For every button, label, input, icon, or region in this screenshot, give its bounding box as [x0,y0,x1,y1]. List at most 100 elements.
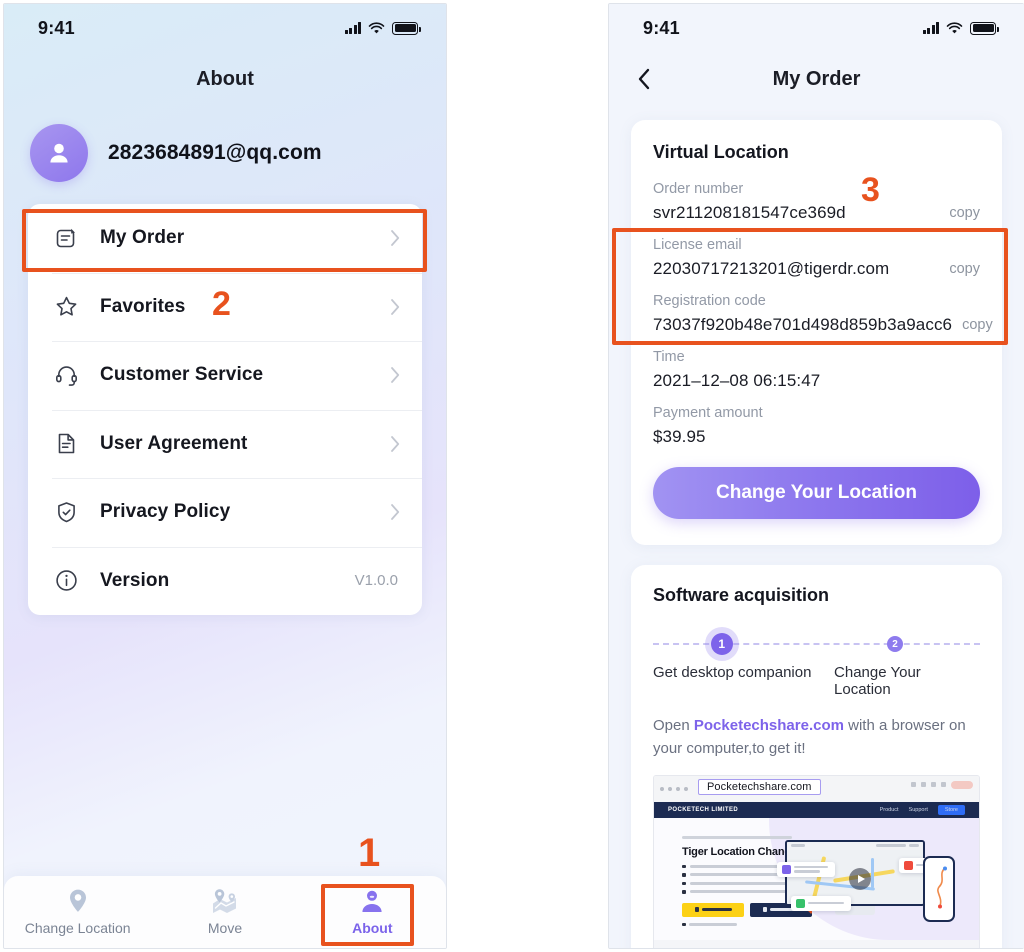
field-payment-amount: Payment amount $39.95 [653,405,980,447]
hero-kicker-text [682,835,792,839]
feature-chip-left [777,861,835,877]
right-phone-frame: 9:41 My Order Virtual Location Order num… [608,3,1024,949]
route-move-icon [210,888,240,914]
status-icons [344,21,421,35]
chevron-right-icon [391,504,400,521]
sidebar-item-my-order[interactable]: My Order [28,204,422,273]
annotation-number-2: 2 [212,285,231,323]
sidebar-item-label: User Agreement [100,432,248,454]
map-pin-icon [67,888,89,914]
tab-label: About [352,920,393,936]
status-time: 9:41 [38,17,75,38]
sidebar-item-customer-service[interactable]: Customer Service [28,341,422,410]
sidebar-item-user-agreement[interactable]: User Agreement [28,409,422,479]
wifi-icon [946,21,963,35]
field-value: svr211208181547ce369d [653,203,846,222]
left-phone-frame: 9:41 About 2823684891@qq.com My Order Fa… [3,3,447,949]
step-connector-line [653,643,980,645]
change-your-location-button[interactable]: Change Your Location [653,467,980,519]
info-circle-icon [52,567,80,595]
field-value: 2021–12–08 06:15:47 [653,371,821,390]
tab-move[interactable]: Move [151,888,298,936]
hint-before: Open [653,717,694,734]
chevron-left-icon [638,68,650,90]
nav-bar-right: My Order [609,52,1024,106]
chevron-right-icon [391,230,400,247]
avatar [30,124,88,182]
chevron-right-icon [391,435,400,452]
account-row[interactable]: 2823684891@qq.com [4,106,446,182]
cellular-signal-icon [344,22,361,34]
about-menu-card: My Order Favorites Customer Service User… [28,204,422,615]
nav-bar-left: About [4,52,446,106]
browser-window-controls-icon [660,786,688,791]
order-details-card: Virtual Location Order number svr2112081… [631,120,1002,545]
page-title: About [196,67,254,90]
field-license-email: License email 22030717213201@tigerdr.com… [653,237,980,279]
step-indicator: 1 2 [653,624,980,664]
site-nav-links: Product Support Store [879,804,965,815]
star-icon [52,293,80,321]
feature-chip-bottom [791,895,851,911]
battery-icon [392,21,421,35]
back-button[interactable] [631,66,657,92]
copy-license-email-button[interactable]: copy [949,261,980,277]
person-icon [360,888,384,914]
phone-mockup [923,855,955,922]
pocketechshare-link[interactable]: Pocketechshare.com [694,717,844,734]
site-navbar: POCKETECH LIMITED Product Support Store [654,801,979,818]
acquisition-hint: Open Pocketechshare.com with a browser o… [653,714,980,761]
annotation-number-3: 3 [861,171,880,209]
site-nav-product: Product [879,806,899,813]
headset-icon [52,361,80,389]
browser-url-pill: Pocketechshare.com [698,778,821,795]
sidebar-item-label: Privacy Policy [100,501,231,523]
site-footer-strip [654,939,979,948]
browser-toolbar-icons [911,780,973,789]
field-value: $39.95 [653,427,706,446]
cellular-signal-icon [922,22,939,34]
step-labels: Get desktop companion Change Your Locati… [653,664,980,698]
two-phone-screenshot: 9:41 About 2823684891@qq.com My Order Fa… [0,0,1024,952]
field-order-number: Order number svr211208181547ce369d copy [653,181,980,223]
field-label: Time [653,349,685,365]
step-label-2: Change Your Location [834,664,921,698]
page-title: My Order [772,67,861,90]
shield-check-icon [52,498,80,526]
sidebar-item-privacy-policy[interactable]: Privacy Policy [28,478,422,547]
chevron-right-icon [391,367,400,384]
site-store-button: Store [937,804,965,815]
tab-label: Move [207,920,243,936]
step-dot-1: 1 [710,633,733,655]
route-path-icon [937,866,947,908]
sidebar-item-version: Version V1.0.0 [28,546,422,616]
site-nav-support: Support [908,806,928,813]
card-title: Virtual Location [653,142,789,162]
field-label: Order number [653,181,744,197]
play-button-icon [849,867,871,890]
my-order-screen: 9:41 My Order Virtual Location Order num… [609,4,1024,948]
site-hero: Tiger Location Changer (iOS) [654,817,979,940]
software-acquisition-card: Software acquisition 1 2 Get desktop com… [631,565,1002,948]
copy-registration-code-button[interactable]: copy [962,317,993,333]
copy-order-number-button[interactable]: copy [949,205,980,221]
tab-label: Change Location [24,920,131,936]
field-value: 73037f920b48e701d498d859b3a9acc6 [653,315,953,334]
field-registration-code: Registration code 73037f920b48e701d498d8… [653,293,993,335]
step-dot-2: 2 [886,636,903,652]
status-bar-left: 9:41 [4,4,446,52]
user-avatar-icon [50,143,68,163]
tab-about[interactable]: About [299,888,446,936]
sidebar-item-label: Version [100,569,170,591]
sidebar-item-label: Customer Service [100,364,264,386]
status-time: 9:41 [643,17,680,38]
mac-download-button [682,902,744,917]
field-label: Registration code [653,293,766,309]
status-bar-right: 9:41 [609,4,1024,52]
tab-change-location[interactable]: Change Location [4,888,151,936]
about-screen: 9:41 About 2823684891@qq.com My Order Fa… [4,4,446,948]
order-note-icon [52,224,80,252]
document-icon [52,430,80,458]
browser-chrome-bar: Pocketechshare.com [654,775,979,802]
annotation-number-1: 1 [358,831,381,875]
